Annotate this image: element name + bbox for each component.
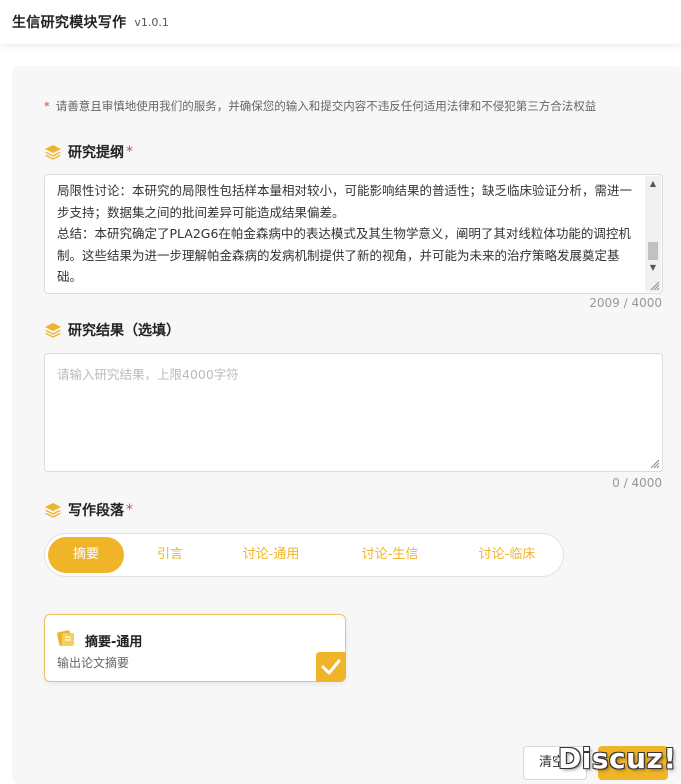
tab-discussion-general[interactable]: 讨论-通用 (216, 537, 326, 573)
resize-grip-icon[interactable] (650, 459, 660, 469)
tab-discussion-bioinfo[interactable]: 讨论-生信 (326, 537, 454, 573)
outline-label-text: 研究提纲 (68, 145, 124, 161)
app-title: 生信研究模块写作 (12, 15, 127, 31)
scroll-thumb[interactable] (648, 242, 658, 260)
results-placeholder: 请输入研究结果，上限4000字符 (57, 367, 239, 382)
section-tabs: 摘要 引言 讨论-通用 讨论-生信 讨论-临床 (44, 533, 564, 577)
layers-icon (45, 145, 61, 160)
results-counter: 0 / 4000 (612, 476, 662, 490)
outline-scrollbar[interactable]: ▲ ▼ (645, 176, 661, 292)
scroll-up-icon[interactable]: ▲ (645, 176, 661, 192)
notice-star: * (44, 99, 50, 113)
results-label: 研究结果（选填） (44, 320, 180, 340)
resize-grip-icon[interactable] (650, 281, 660, 291)
layers-icon (45, 503, 61, 518)
app-version: v1.0.1 (134, 15, 169, 29)
sections-label: 写作段落 * (44, 500, 133, 520)
scroll-down-icon[interactable]: ▼ (645, 260, 661, 276)
usage-notice: * 请善意且审慎地使用我们的服务，并确保您的输入和提交内容不违反任何适用法律和不侵… (44, 98, 596, 114)
tab-discussion-clinical[interactable]: 讨论-临床 (454, 537, 560, 573)
app-header: 生信研究模块写作 v1.0.1 (0, 0, 681, 44)
outline-counter: 2009 / 4000 (589, 296, 662, 310)
outline-label: 研究提纲 * (44, 142, 133, 162)
sections-label-text: 写作段落 (68, 503, 124, 519)
card-title: 摘要-通用 (85, 635, 143, 650)
outline-text: 局限性讨论：本研究的局限性包括样本量相对较小，可能影响结果的普适性；缺乏临床验证… (57, 183, 633, 284)
results-label-text: 研究结果（选填） (68, 323, 180, 339)
layers-icon (45, 323, 61, 338)
note-icon (57, 630, 74, 646)
notice-text: 请善意且审慎地使用我们的服务，并确保您的输入和提交内容不违反任何适用法律和不侵犯… (55, 99, 597, 113)
tab-abstract[interactable]: 摘要 (48, 537, 124, 573)
outline-textarea[interactable]: 局限性讨论：本研究的局限性包括样本量相对较小，可能影响结果的普适性；缺乏临床验证… (44, 174, 663, 294)
tab-introduction[interactable]: 引言 (124, 537, 216, 573)
results-textarea[interactable]: 请输入研究结果，上限4000字符 (44, 353, 663, 472)
template-card[interactable]: 摘要-通用 输出论文摘要 (44, 614, 346, 682)
required-mark: * (126, 502, 133, 518)
required-mark: * (126, 144, 133, 160)
discuz-watermark: Discuz! (558, 742, 677, 775)
card-description: 输出论文摘要 (57, 656, 130, 670)
check-icon (316, 652, 346, 682)
